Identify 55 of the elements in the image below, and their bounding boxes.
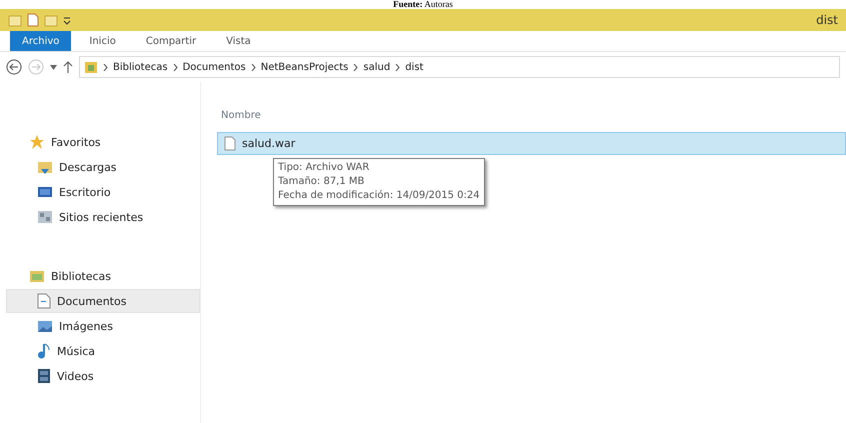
- sidebar-item[interactable]: Descargas: [6, 155, 200, 179]
- column-header[interactable]: Nombre: [217, 110, 846, 132]
- breadcrumb[interactable]: dist: [405, 62, 424, 72]
- folder-icon: [84, 60, 98, 74]
- sidebar-label: Videos: [57, 370, 94, 382]
- breadcrumb[interactable]: Bibliotecas: [113, 62, 168, 72]
- tooltip-line: Tamaño: 87,1 MB: [278, 175, 366, 189]
- folder-download-icon: [37, 159, 53, 175]
- chevron-icon: [353, 64, 358, 70]
- properties-icon[interactable]: [26, 13, 40, 27]
- breadcrumb[interactable]: Documentos: [182, 62, 246, 72]
- chevron-icon: [395, 64, 400, 70]
- window-title: dist: [816, 13, 838, 27]
- sidebar-item[interactable]: Sitios recientes: [6, 205, 200, 229]
- sidebar-label: Música: [57, 344, 96, 358]
- sidebar-label: Favoritos: [51, 136, 101, 148]
- sidebar-item[interactable]: Música: [6, 339, 200, 363]
- sidebar-label: Sitios recientes: [59, 210, 144, 224]
- chevron-icon: [172, 64, 178, 70]
- chevron-icon: [103, 64, 108, 70]
- sidebar-label: Descargas: [59, 160, 117, 174]
- breadcrumb[interactable]: NetBeansProjects: [260, 62, 348, 72]
- up-arrow-icon[interactable]: [63, 61, 73, 73]
- ribbon-tab[interactable]: Archivo: [10, 31, 72, 51]
- file-name: salud.war: [242, 137, 296, 150]
- music-note-icon: [37, 343, 51, 359]
- sidebar-label: Escritorio: [59, 186, 111, 198]
- breadcrumb[interactable]: salud: [363, 62, 390, 72]
- ribbon-tab[interactable]: Inicio: [77, 31, 128, 51]
- recent-places-icon: [37, 209, 53, 225]
- desktop-icon: [37, 184, 53, 200]
- sidebar-group[interactable]: Favoritos: [6, 130, 200, 154]
- address-bar[interactable]: Bibliotecas Documentos NetBeansProjects salud dist: [79, 56, 840, 78]
- ribbon-tab[interactable]: Compartir: [134, 31, 208, 51]
- film-icon: [37, 368, 51, 384]
- file-icon: [224, 136, 236, 151]
- document-icon: [37, 293, 51, 309]
- tooltip-line: Fecha de modificación: 14/09/2015 0:24: [278, 189, 480, 203]
- caret-icon[interactable]: [50, 64, 57, 70]
- sidebar-item[interactable]: Documentos: [6, 289, 200, 313]
- library-icon: [29, 268, 45, 284]
- sidebar-label: Bibliotecas: [51, 270, 112, 282]
- star-icon: [29, 134, 45, 150]
- sidebar-label: Imágenes: [59, 320, 113, 332]
- sidebar-group[interactable]: Bibliotecas: [6, 264, 200, 288]
- file-row[interactable]: salud.war: [217, 132, 846, 155]
- chevron-icon: [250, 64, 256, 70]
- sidebar-label: Documentos: [57, 294, 126, 308]
- sidebar-item[interactable]: Imágenes: [6, 314, 200, 338]
- caption: Fuente: Autoras: [392, 0, 454, 9]
- tooltip-line: Tipo: Archivo WAR: [278, 161, 370, 175]
- ribbon-tab[interactable]: Vista: [214, 31, 263, 51]
- sidebar-item[interactable]: Videos: [6, 364, 200, 388]
- pictures-icon: [37, 318, 53, 334]
- sidebar-item[interactable]: Escritorio: [6, 180, 200, 204]
